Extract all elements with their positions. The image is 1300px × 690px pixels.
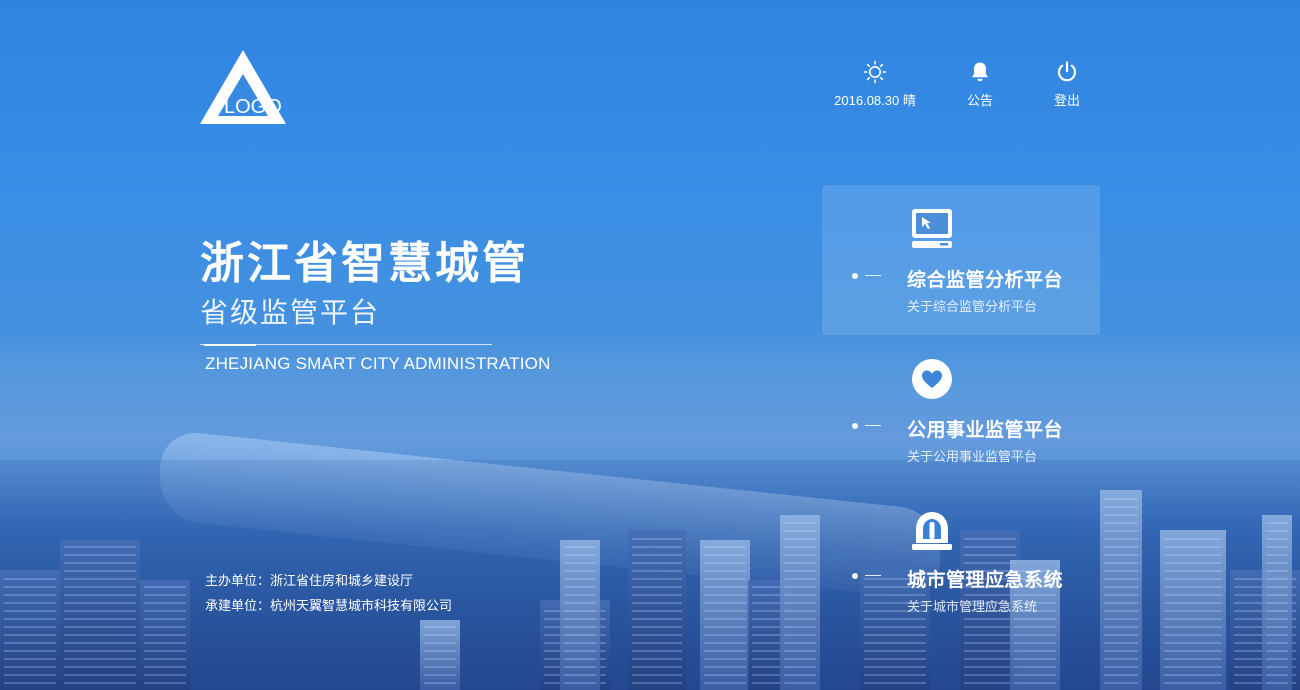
city-skyline-background [0,0,1300,690]
page-subtitle: 省级监管平台 [200,297,381,328]
page-title: 浙江省智慧城管 [200,239,529,288]
building [60,540,140,690]
building [140,580,190,690]
builder-unit: 承建单位：杭州天翼智慧城市科技有限公司 [205,598,453,613]
platform-item-emergency[interactable]: 城市管理应急系统 关于城市管理应急系统 [822,485,1100,635]
sun-icon [863,60,887,84]
hero-title-block: 浙江省智慧城管 省级监管平台 ZHEJIANG SMART CITY ADMIN… [200,236,551,374]
platform-desc: 关于公用事业监管平台 [907,449,1038,464]
building [1100,490,1142,690]
weather-widget[interactable]: 2016.08.30 晴 [820,60,930,109]
building [780,515,820,690]
building [0,570,60,690]
monitor-cursor-icon [912,209,952,248]
building [560,540,600,690]
platform-desc: 关于城市管理应急系统 [907,599,1038,614]
platform-desc: 关于综合监管分析平台 [907,299,1038,314]
bullet-dot [852,573,858,579]
notice-button[interactable]: 公告 [945,60,1015,109]
building [1262,515,1292,690]
platform-title: 综合监管分析平台 [907,270,1064,291]
platform-item-analysis[interactable]: 综合监管分析平台 关于综合监管分析平台 [822,185,1100,335]
divider-accent-line [204,344,256,346]
platform-title: 城市管理应急系统 [907,570,1064,591]
host-unit: 主办单位：浙江省住房和城乡建设厅 [205,573,414,588]
english-title: ZHEJIANG SMART CITY ADMINISTRATION [205,354,551,373]
bullet-dash [865,425,881,426]
building [700,540,750,690]
platform-list: 综合监管分析平台 关于综合监管分析平台 公用事业监管平台 关于公用事业监管平台 … [822,185,1100,635]
title-divider [200,344,492,346]
notice-label: 公告 [966,93,993,108]
logo-text: LOGO [224,96,282,118]
platform-title: 公用事业监管平台 [907,420,1064,441]
bullet-dot [852,273,858,279]
platform-item-utilities[interactable]: 公用事业监管平台 关于公用事业监管平台 [822,335,1100,485]
alarm-light-icon [912,512,952,550]
bell-icon [972,62,988,82]
heart-icon [912,359,952,399]
building [1160,530,1226,690]
power-icon [1057,61,1077,82]
logo-triangle-icon: LOGO [200,50,286,124]
bullet-dash [865,575,881,576]
logout-button[interactable]: 登出 [1037,60,1097,109]
logout-label: 登出 [1053,93,1080,108]
building [420,620,460,690]
logo[interactable]: LOGO [198,48,288,126]
bullet-dash [865,275,881,276]
sponsor-info: 主办单位：浙江省住房和城乡建设厅 承建单位：杭州天翼智慧城市科技有限公司 [205,568,452,618]
weather-label: 2016.08.30 晴 [834,93,916,108]
header-toolbar: 2016.08.30 晴 公告 登出 [820,60,1097,109]
bullet-dot [852,423,858,429]
building [628,530,686,690]
